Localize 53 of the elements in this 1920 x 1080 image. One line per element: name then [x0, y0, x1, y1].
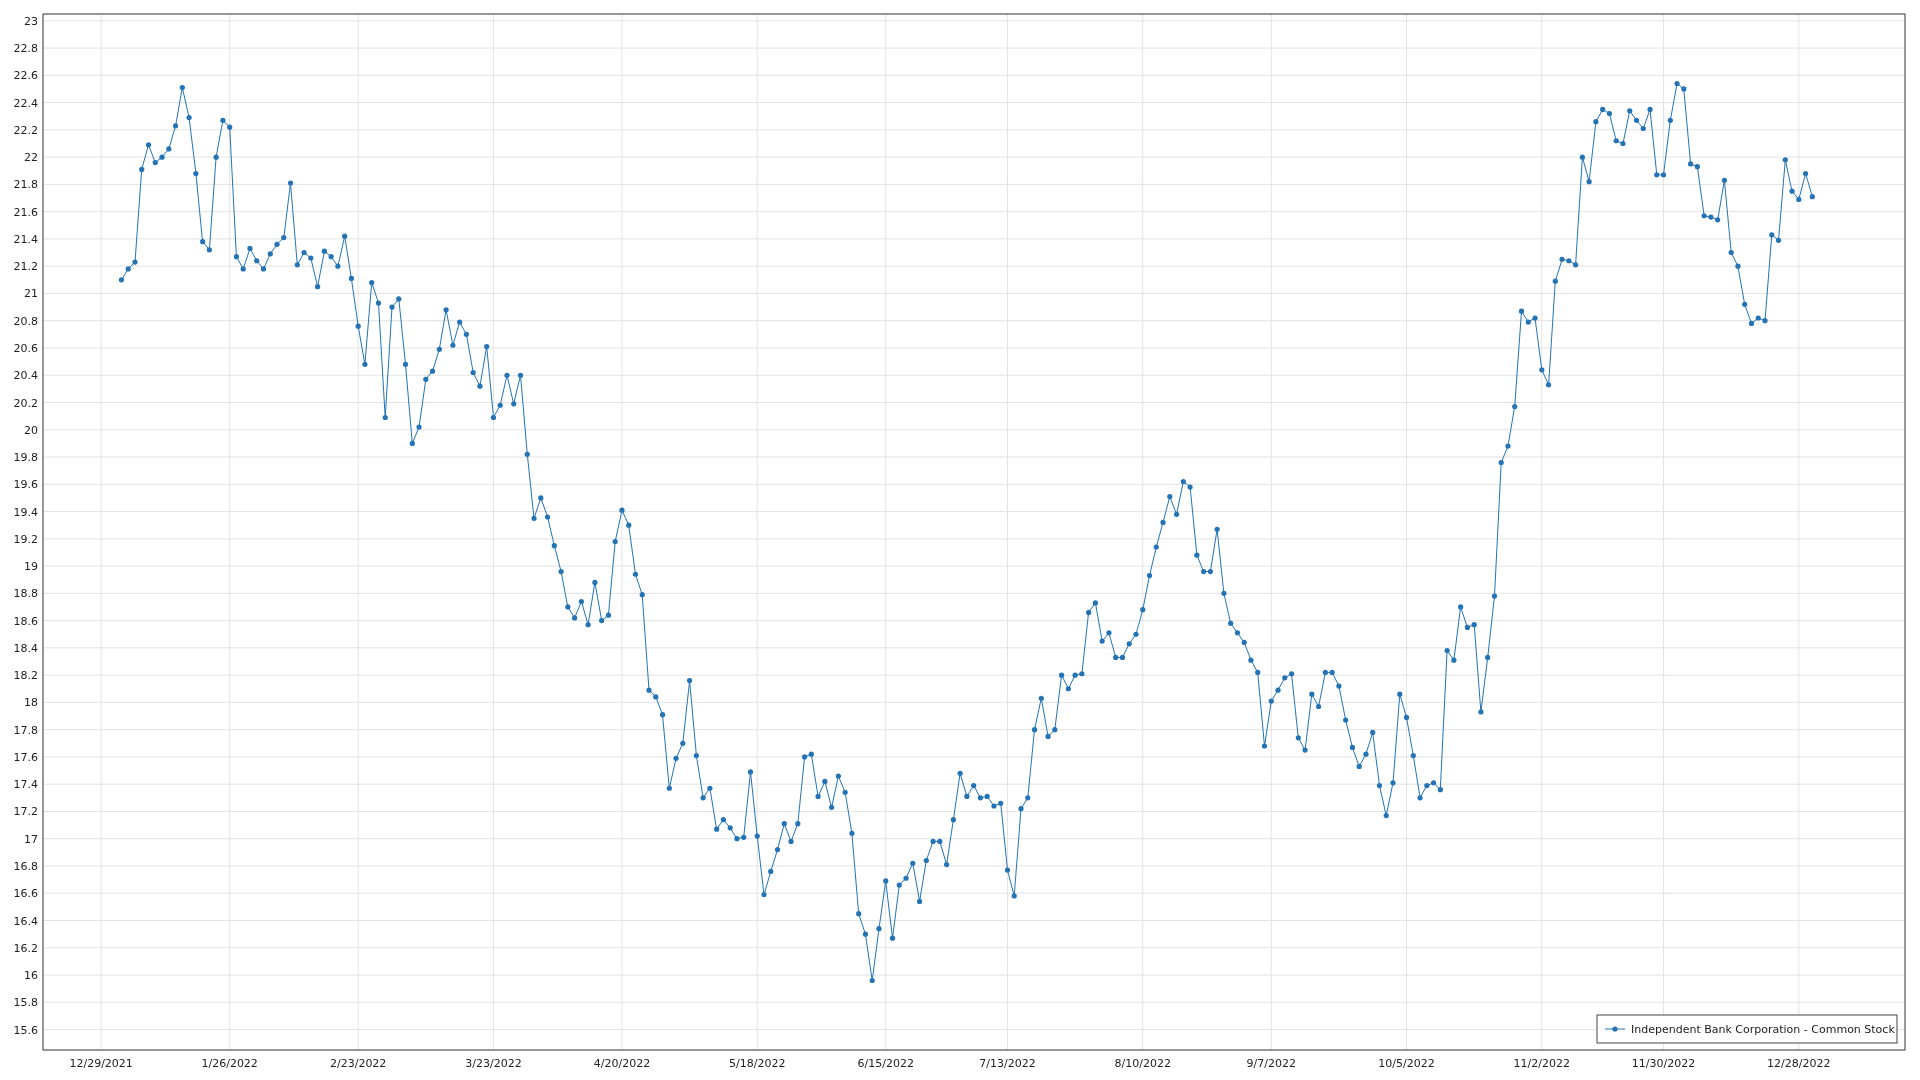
y-axis-label: 22.2 [13, 123, 38, 137]
y-axis-label: 19.4 [13, 505, 38, 519]
y-axis-label: 18.8 [13, 587, 38, 601]
x-axis-label: 8/10/2022 [1114, 1057, 1171, 1070]
x-axis-label: 12/29/2021 [69, 1057, 133, 1070]
legend-label: Independent Bank Corporation - Common Stock [1631, 1023, 1895, 1036]
x-axis-label: 12/28/2022 [1767, 1057, 1831, 1070]
y-axis-label: 21.8 [13, 178, 38, 192]
x-axis-label: 3/23/2022 [465, 1057, 522, 1070]
y-axis-label: 17.2 [13, 805, 38, 819]
y-axis-label: 22.4 [13, 96, 38, 110]
y-axis-label: 18.2 [13, 669, 38, 683]
x-axis-label: 7/13/2022 [979, 1057, 1036, 1070]
y-axis-label: 22.6 [13, 69, 38, 83]
y-axis-label: 22 [24, 151, 38, 165]
y-axis-label: 20.4 [13, 369, 38, 383]
x-axis-label: 10/5/2022 [1378, 1057, 1435, 1070]
x-axis-label: 4/20/2022 [593, 1057, 651, 1070]
y-axis-label: 18.4 [13, 641, 38, 655]
y-axis-label: 16.4 [13, 914, 38, 928]
y-axis-label: 16.2 [13, 941, 38, 955]
x-axis-label: 11/30/2022 [1631, 1057, 1696, 1070]
x-axis-label: 2/23/2022 [330, 1057, 387, 1070]
y-axis-label: 19.8 [13, 451, 38, 465]
y-axis-label: 20.6 [13, 341, 38, 355]
y-axis-label: 16.8 [13, 859, 38, 873]
y-axis-label: 20.2 [13, 396, 38, 410]
y-axis-label: 19 [24, 560, 38, 574]
y-axis-label: 21.6 [13, 205, 38, 219]
x-axis-label: 6/15/2022 [857, 1057, 914, 1070]
y-axis-label: 21.2 [13, 260, 38, 274]
y-axis-label: 19.6 [13, 478, 38, 492]
y-axis-label: 17.8 [13, 723, 38, 737]
y-axis-label: 16.6 [13, 887, 38, 901]
y-axis-label: 20 [24, 423, 38, 437]
y-axis-label: 22.8 [13, 42, 38, 56]
y-axis-label: 18 [24, 696, 38, 710]
y-axis-label: 18.6 [13, 614, 38, 628]
y-axis-label: 17.4 [13, 778, 38, 792]
y-axis-label: 16 [24, 969, 38, 983]
y-axis-label: 21.4 [13, 232, 38, 246]
x-axis-label: 5/18/2022 [729, 1057, 786, 1070]
y-axis-label: 19.2 [13, 532, 38, 546]
y-axis-label: 21 [24, 287, 38, 301]
y-axis-label: 23 [24, 14, 38, 28]
y-axis-label: 17.6 [13, 750, 38, 764]
x-axis-label: 1/26/2022 [201, 1057, 258, 1070]
y-axis-label: 15.8 [13, 996, 38, 1010]
x-axis-label: 9/7/2022 [1246, 1057, 1296, 1070]
y-axis-label: 20.8 [13, 314, 38, 328]
y-axis-label: 17 [24, 832, 38, 846]
y-axis-label: 15.6 [13, 1023, 38, 1037]
x-axis-label: 11/2/2022 [1513, 1057, 1570, 1070]
